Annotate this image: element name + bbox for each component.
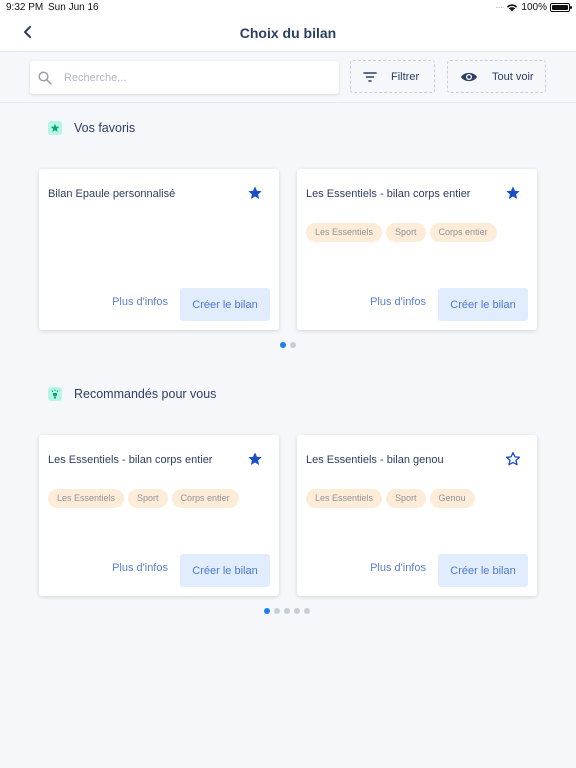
eye-icon xyxy=(461,72,477,81)
tag: Les Essentiels xyxy=(306,489,383,508)
favorite-star-button[interactable] xyxy=(247,451,263,467)
search-box[interactable] xyxy=(30,61,339,94)
search-input[interactable] xyxy=(64,71,304,84)
create-bilan-button[interactable]: Créer le bilan xyxy=(438,288,528,321)
favorite-card[interactable]: Les Essentiels - bilan corps entier Les … xyxy=(297,169,537,330)
create-bilan-button[interactable]: Créer le bilan xyxy=(180,288,270,321)
more-info-link[interactable]: Plus d'infos xyxy=(112,562,168,574)
status-bar: 9:32 PM Sun Jun 16 ····· 100% xyxy=(0,0,576,16)
status-date: Sun Jun 16 xyxy=(48,2,99,13)
recommended-page-indicator xyxy=(264,608,310,614)
tag: Sport xyxy=(386,223,426,242)
search-toolbar: Filtrer Tout voir xyxy=(0,52,576,103)
star-icon xyxy=(48,121,62,135)
page-dot[interactable] xyxy=(294,608,300,614)
star-filled-icon xyxy=(248,186,262,199)
favorite-star-button[interactable] xyxy=(247,185,263,201)
tag: Corps entier xyxy=(171,489,239,508)
page-dot-active[interactable] xyxy=(280,342,286,348)
card-title: Les Essentiels - bilan corps entier xyxy=(306,188,471,200)
favorites-page-indicator xyxy=(280,342,296,348)
filter-label: Filtrer xyxy=(391,70,420,83)
page-dot-active[interactable] xyxy=(264,608,270,614)
recommended-card[interactable]: Les Essentiels - bilan genou Les Essenti… xyxy=(297,435,537,596)
star-outline-icon xyxy=(505,452,521,466)
card-title: Les Essentiels - bilan genou xyxy=(306,454,444,466)
star-filled-icon xyxy=(248,452,262,465)
page-title: Choix du bilan xyxy=(239,25,337,41)
create-bilan-button[interactable]: Créer le bilan xyxy=(438,554,528,587)
search-icon xyxy=(38,70,52,85)
page-dot[interactable] xyxy=(274,608,280,614)
tag: Sport xyxy=(128,489,168,508)
more-info-link[interactable]: Plus d'infos xyxy=(370,296,426,308)
favorite-star-button[interactable] xyxy=(505,185,521,201)
wifi-icon xyxy=(507,4,518,12)
tag-list: Les Essentiels Sport Corps entier xyxy=(48,489,239,508)
view-all-button[interactable]: Tout voir xyxy=(447,60,546,93)
status-time: 9:32 PM xyxy=(6,2,44,13)
favorites-section-header: Vos favoris xyxy=(48,121,135,135)
filter-button[interactable]: Filtrer xyxy=(350,60,435,93)
tag: Sport xyxy=(386,489,426,508)
cellular-signal-icon: ····· xyxy=(495,3,504,12)
more-info-link[interactable]: Plus d'infos xyxy=(370,562,426,574)
more-info-link[interactable]: Plus d'infos xyxy=(112,296,168,308)
tag: Les Essentiels xyxy=(48,489,125,508)
tag-list: Les Essentiels Sport Corps entier xyxy=(306,223,497,242)
navigation-bar: Choix du bilan xyxy=(0,16,576,52)
card-title: Bilan Epaule personnalisé xyxy=(48,188,176,200)
favorites-title: Vos favoris xyxy=(74,121,136,135)
filter-icon xyxy=(363,71,377,82)
tag: Genou xyxy=(429,489,475,508)
battery-icon xyxy=(550,3,572,12)
tag: Corps entier xyxy=(429,223,497,242)
view-all-label: Tout voir xyxy=(492,70,534,83)
page-dot[interactable] xyxy=(304,608,310,614)
status-right: ····· 100% xyxy=(495,2,572,13)
lightbulb-icon xyxy=(48,387,62,401)
recommended-section-header: Recommandés pour vous xyxy=(48,387,216,401)
recommended-title: Recommandés pour vous xyxy=(74,387,217,401)
recommended-card[interactable]: Les Essentiels - bilan corps entier Les … xyxy=(39,435,279,596)
card-title: Les Essentiels - bilan corps entier xyxy=(48,454,213,466)
page-dot[interactable] xyxy=(290,342,296,348)
favorite-card[interactable]: Bilan Epaule personnalisé Plus d'infos C… xyxy=(39,169,279,330)
create-bilan-button[interactable]: Créer le bilan xyxy=(180,554,270,587)
favorite-star-button[interactable] xyxy=(505,451,521,467)
tag-list: Les Essentiels Sport Genou xyxy=(306,489,475,508)
star-filled-icon xyxy=(506,186,520,199)
tag: Les Essentiels xyxy=(306,223,383,242)
battery-percent: 100% xyxy=(521,2,547,13)
page-dot[interactable] xyxy=(284,608,290,614)
